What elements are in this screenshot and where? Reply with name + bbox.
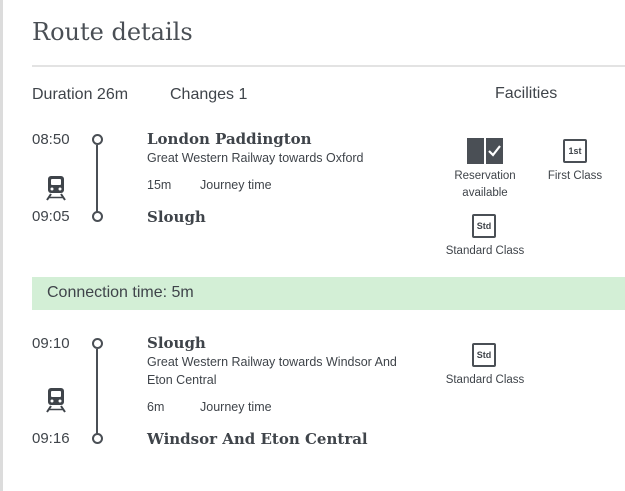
standard-class-icon: Std — [472, 214, 496, 238]
leg-2-duration-label: Journey time — [200, 400, 272, 414]
leg-1-operator: Great Western Railway towards Oxford — [147, 151, 364, 165]
leg-1-arrive-dot — [92, 211, 103, 222]
leg-1-depart-dot — [92, 134, 103, 145]
leg-2-operator: Great Western Railway towards Windsor An… — [147, 355, 397, 387]
leg-1-route-line — [96, 145, 98, 212]
reservation-icon — [467, 138, 503, 164]
leg-2-from-station: Slough — [147, 334, 206, 352]
connection-time-text: Connection time: 5m — [47, 284, 194, 301]
leg-2-route-line — [96, 349, 98, 434]
leg-2-depart-time: 09:10 — [32, 335, 70, 352]
leg-2-arrive-time: 09:16 — [32, 430, 70, 447]
leg-2-to-station: Windsor And Eton Central — [147, 430, 368, 448]
leg-1-depart-time: 08:50 — [32, 131, 70, 148]
standard-class-label: Standard Class — [445, 374, 525, 386]
leg-1-duration: 15m — [147, 178, 172, 192]
facilities-heading: Facilities — [495, 85, 558, 102]
train-icon — [46, 388, 66, 413]
leg-1-to-station: Slough — [147, 208, 206, 226]
first-class-label: First Class — [547, 170, 603, 182]
leg-1-arrive-time: 09:05 — [32, 208, 70, 225]
leg-1-duration-label: Journey time — [200, 178, 272, 192]
leg-2-depart-dot — [92, 338, 103, 349]
duration-summary: Duration 26m — [32, 86, 129, 103]
changes-summary: Changes 1 — [170, 86, 248, 103]
reservation-label: Reservation available — [454, 170, 516, 199]
standard-class-icon: Std — [472, 343, 496, 367]
standard-class-label: Standard Class — [445, 245, 525, 257]
page-title: Route details — [32, 18, 193, 46]
train-icon — [46, 176, 66, 201]
first-class-icon: 1st — [563, 139, 587, 163]
leg-1-from-station: London Paddington — [147, 130, 312, 148]
leg-2-arrive-dot — [92, 433, 103, 444]
leg-2-duration: 6m — [147, 400, 165, 414]
title-divider — [32, 65, 625, 67]
left-edge-border — [0, 0, 3, 491]
connection-banner: Connection time: 5m — [32, 277, 625, 310]
